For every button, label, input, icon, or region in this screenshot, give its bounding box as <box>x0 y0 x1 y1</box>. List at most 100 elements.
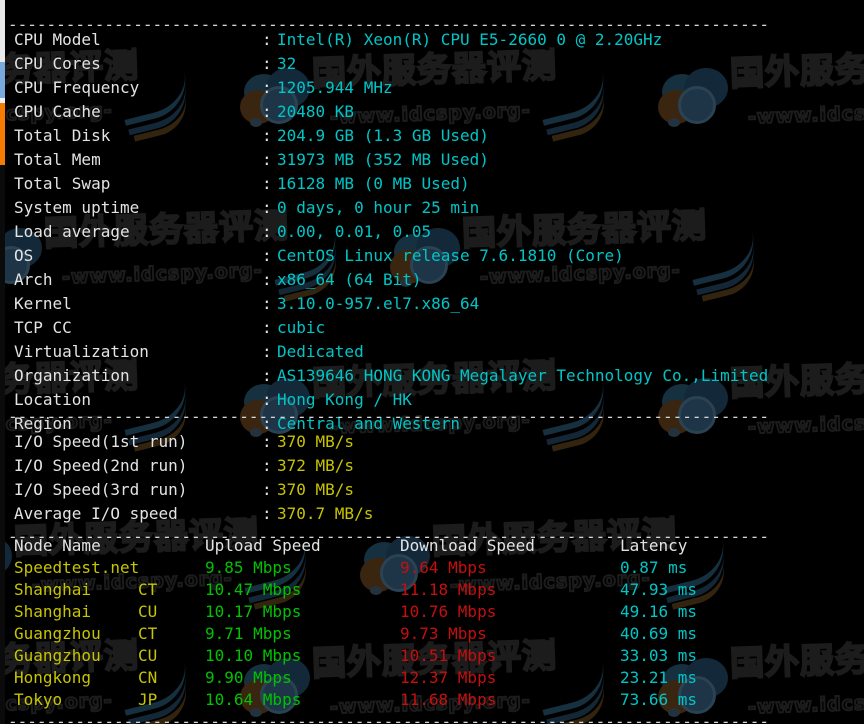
info-row-colon: : <box>262 102 272 121</box>
info-row-value: 0.00, 0.01, 0.05 <box>277 222 432 241</box>
separator-bottom: ----------------------------------------… <box>8 712 769 724</box>
cloud-icon <box>658 68 732 130</box>
speedtest-node-name: Shanghai <box>14 602 92 621</box>
info-row-label: Total Swap <box>14 174 111 193</box>
info-row-colon: : <box>262 342 272 361</box>
speedtest-upload-speed: 9.85 Mbps <box>205 558 292 577</box>
io-speed-colon: : <box>262 456 272 475</box>
info-row-colon: : <box>262 318 272 337</box>
speedtest-node-carrier: CT <box>138 624 158 643</box>
speedtest-latency: 73.66 ms <box>620 690 698 709</box>
info-row-value: 31973 MB (352 MB Used) <box>277 150 489 169</box>
swoosh-stroke <box>688 242 762 296</box>
speedtest-latency: 40.69 ms <box>620 624 698 643</box>
speedtest-upload-speed: 9.90 Mbps <box>205 668 292 687</box>
info-row-value: cubic <box>277 318 326 337</box>
cloud-blob <box>678 86 716 124</box>
speedtest-node-carrier: CN <box>138 668 158 687</box>
io-speed-label: I/O Speed(1st run) <box>14 432 188 451</box>
info-row-colon: : <box>262 246 272 265</box>
info-row-colon: : <box>262 78 272 97</box>
info-row-colon: : <box>262 126 272 145</box>
info-row-value: 32 <box>277 54 297 73</box>
cloud-blob <box>658 90 694 124</box>
info-row-label: Load average <box>14 222 130 241</box>
watermark-chinese-text: 国外服务器评测 <box>460 205 708 256</box>
info-row-label: Arch <box>14 270 53 289</box>
speedtest-download-speed: 9.73 Mbps <box>400 624 487 643</box>
speedtest-node-name: Shanghai <box>14 580 92 599</box>
cloud-blob <box>668 428 680 437</box>
speedtest-node-carrier: JP <box>138 690 158 709</box>
speedtest-download-speed: 11.68 Mbps <box>400 690 497 709</box>
info-row-value: 16128 MB (0 MB Used) <box>277 174 470 193</box>
speedtest-upload-speed: 10.10 Mbps <box>205 646 302 665</box>
edge-segment-white <box>0 0 5 62</box>
io-speed-value: 370 MB/s <box>277 480 355 499</box>
io-speed-value: 370 MB/s <box>277 432 355 451</box>
info-row-value: Dedicated <box>277 342 364 361</box>
speedtest-upload-speed: 10.64 Mbps <box>205 690 302 709</box>
info-row-value: 204.9 GB (1.3 GB Used) <box>277 126 489 145</box>
speedtest-node-name: Guangzhou <box>14 624 101 643</box>
io-speed-label: I/O Speed(2nd run) <box>14 456 188 475</box>
speedtest-header-download: Download Speed <box>400 536 535 555</box>
edge-segment-blue <box>0 62 5 98</box>
info-row-label: Total Disk <box>14 126 111 145</box>
cloud-blob <box>662 74 702 110</box>
info-row-label: CPU Model <box>14 30 101 49</box>
speedtest-header-latency: Latency <box>620 536 688 555</box>
swoosh-stroke <box>694 254 762 302</box>
info-row-colon: : <box>262 222 272 241</box>
info-row-value: Intel(R) Xeon(R) CPU E5-2660 0 @ 2.20GHz <box>277 30 663 49</box>
info-row-label: CPU Cache <box>14 102 101 121</box>
separator-middle: ----------------------------------------… <box>8 407 769 426</box>
speedtest-node-carrier: CU <box>138 602 158 621</box>
window-edge-strip <box>0 0 5 724</box>
info-row-label: Virtualization <box>14 342 149 361</box>
speedtest-node-name: Tokyo <box>14 690 63 709</box>
info-row-value: AS139646 HONG KONG Megalayer Technology … <box>277 366 769 385</box>
speedtest-node-carrier: CT <box>138 580 158 599</box>
speedtest-latency: 0.87 ms <box>620 558 688 577</box>
info-row-value: CentOS Linux release 7.6.1810 (Core) <box>277 246 624 265</box>
swoosh-stroke <box>126 94 194 142</box>
info-row-label: CPU Cores <box>14 54 101 73</box>
swoosh-stroke <box>534 70 612 126</box>
speedtest-download-speed: 11.18 Mbps <box>400 580 497 599</box>
info-row-colon: : <box>262 174 272 193</box>
swoosh-stroke <box>684 230 762 286</box>
swoosh-stroke <box>544 94 612 142</box>
swoosh-icon <box>684 230 784 302</box>
watermark-url-text: -www.idcspy.org- <box>61 259 264 290</box>
speedtest-node-carrier: CU <box>138 646 158 665</box>
info-row-label: Total Mem <box>14 150 101 169</box>
swoosh-icon <box>534 70 634 142</box>
speedtest-node-name: Guangzhou <box>14 646 101 665</box>
speedtest-upload-speed: 10.47 Mbps <box>205 580 302 599</box>
terminal-window[interactable]: 国外服务器评测 -www.idcspy.org- 国外服务器评测 -www.idcsp… <box>0 0 864 724</box>
info-row-colon: : <box>262 54 272 73</box>
info-row-colon: : <box>262 198 272 217</box>
watermark-tile: 国外服务器评测 -www.idcspy.org- <box>656 40 864 160</box>
cloud-blob <box>250 118 262 127</box>
info-row-value: 0 days, 0 hour 25 min <box>277 198 480 217</box>
io-speed-value: 372 MB/s <box>277 456 355 475</box>
speedtest-download-speed: 9.64 Mbps <box>400 558 487 577</box>
info-row-label: OS <box>14 246 34 265</box>
io-speed-colon: : <box>262 432 272 451</box>
cloud-blob <box>250 428 262 437</box>
speedtest-upload-speed: 10.17 Mbps <box>205 602 302 621</box>
info-row-label: Kernel <box>14 294 72 313</box>
io-speed-colon: : <box>262 480 272 499</box>
info-row-value: x86_64 (64 Bit) <box>277 270 422 289</box>
watermark-url-text: -www.idcspy.org- <box>747 99 864 130</box>
info-row-colon: : <box>262 294 272 313</box>
info-row-label: Organization <box>14 366 130 385</box>
info-row-label: System uptime <box>14 198 140 217</box>
info-row-label: CPU Frequency <box>14 78 140 97</box>
cloud-blob <box>668 118 680 127</box>
info-row-value: 1205.944 MHz <box>277 78 393 97</box>
watermark-chinese-text: 国外服务器评测 <box>728 45 864 96</box>
info-row-colon: : <box>262 366 272 385</box>
